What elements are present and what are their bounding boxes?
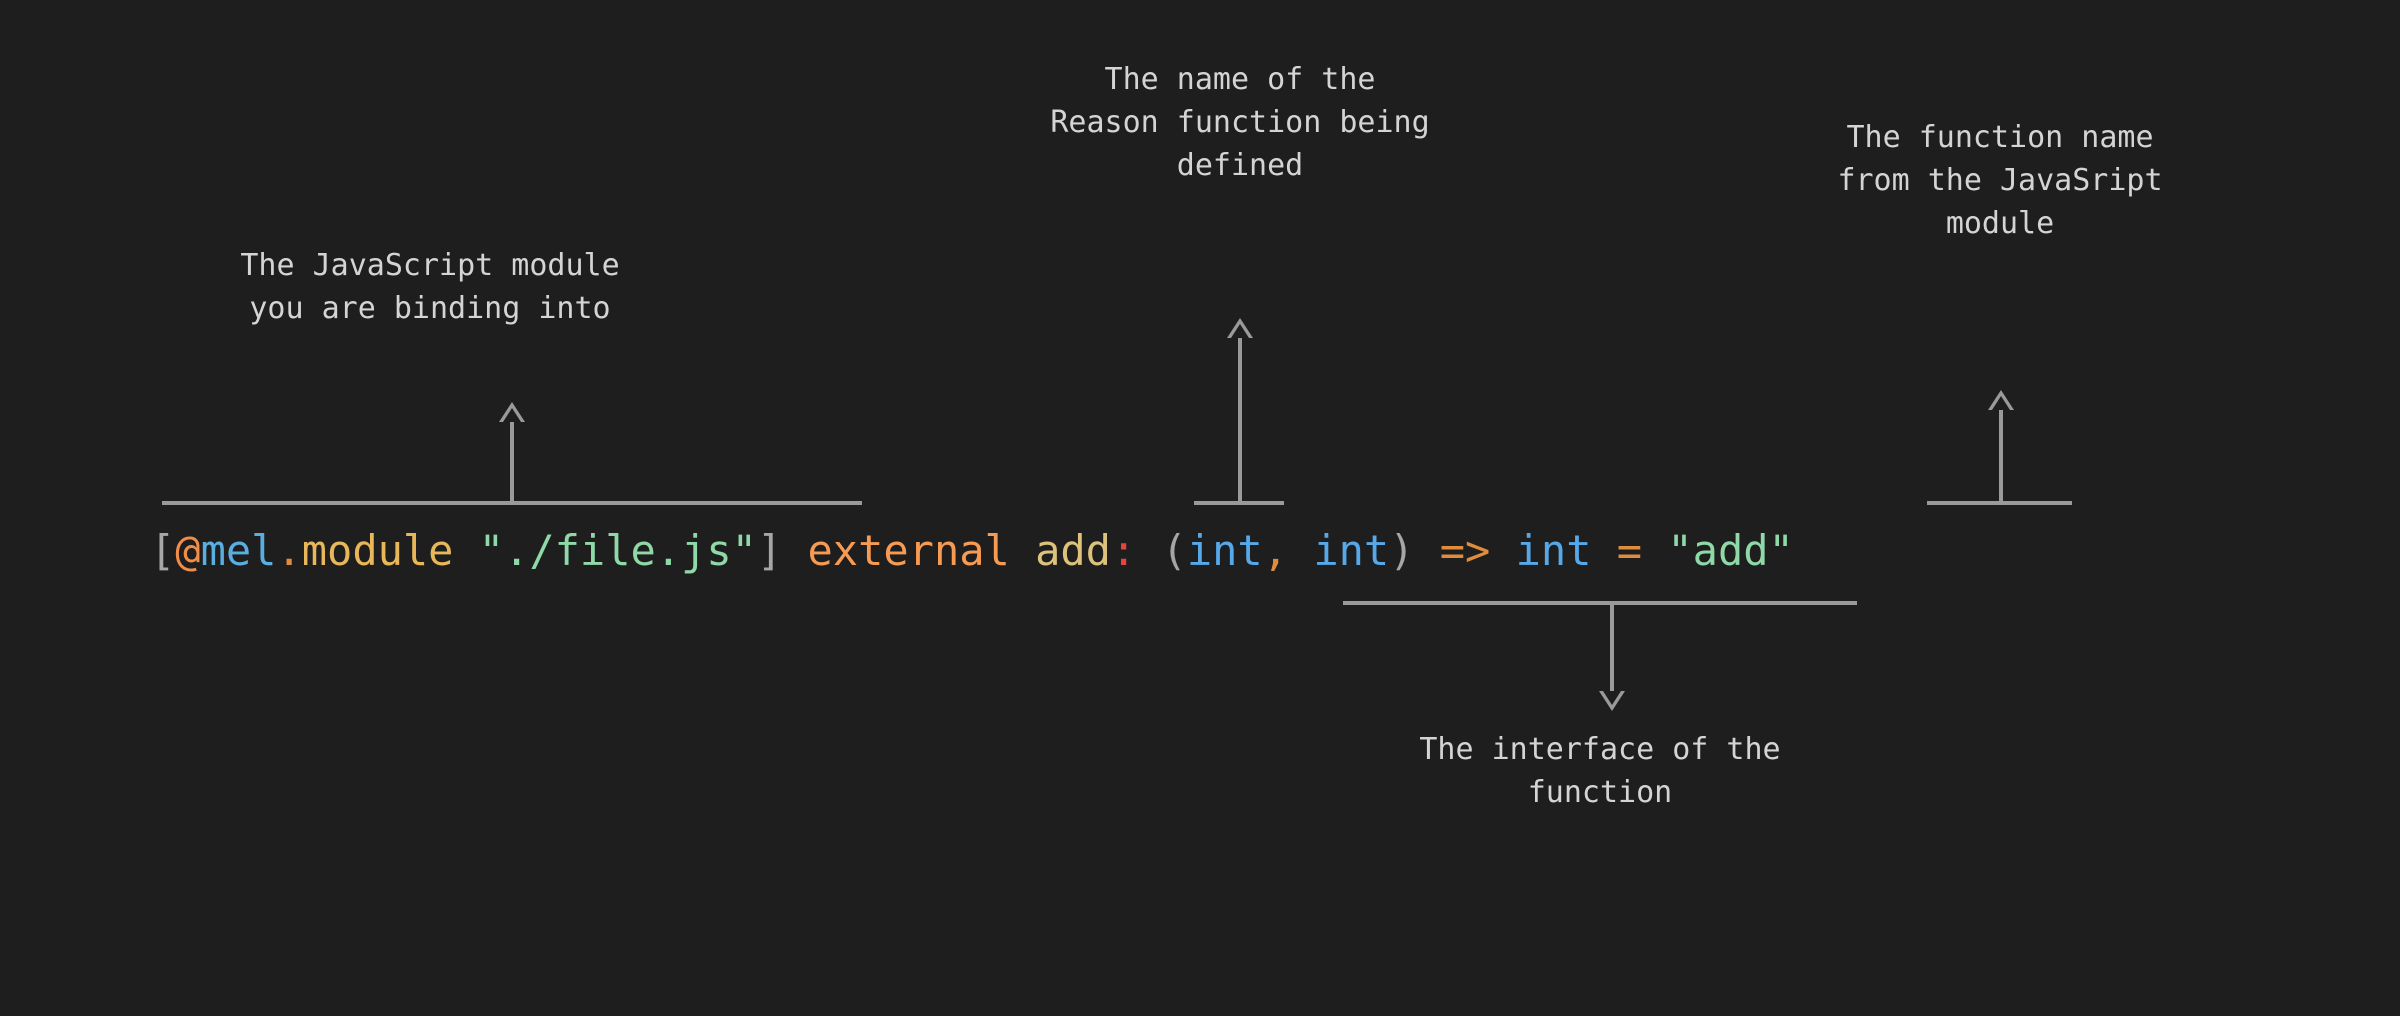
code-token-module-path: "./file.js": [478, 526, 757, 575]
code-token-attribute: module: [301, 526, 454, 575]
code-token-type-int-1: int: [1186, 526, 1263, 575]
code-token-arrow: =>: [1439, 526, 1491, 575]
connector-stem-interface: [1610, 605, 1614, 691]
connector-stem-js-function-name: [1999, 408, 2003, 502]
code-token-namespace: mel: [200, 526, 277, 575]
connector-stem-reason-function-name: [1238, 336, 1242, 502]
code-token-space-4: [1136, 526, 1161, 575]
code-token-space-1: [453, 526, 478, 575]
annotation-reason-function-name: The name of the Reason function being de…: [1050, 62, 1430, 183]
code-token-space-5: [1288, 526, 1313, 575]
connector-rule-interface: [1343, 601, 1857, 605]
code-token-space-2: [782, 526, 807, 575]
code-line: [@mel.module "./file.js"] external add: …: [150, 522, 1794, 580]
code-token-space-3: [1010, 526, 1035, 575]
code-token-close-bracket: ]: [756, 526, 783, 575]
arrow-up-icon-reason-function-name: [1227, 318, 1253, 338]
annotation-js-function-name: The function name from the JavaSript mod…: [1837, 120, 2163, 241]
code-token-js-function-name: "add": [1667, 526, 1794, 575]
arrow-up-icon-module-path: [499, 402, 525, 422]
code-token-space-8: [1592, 526, 1617, 575]
code-token-space-7: [1490, 526, 1515, 575]
arrow-down-icon-interface: [1599, 691, 1625, 711]
diagram-canvas: The JavaScript module you are binding in…: [0, 0, 2400, 1016]
code-token-comma: ,: [1262, 526, 1289, 575]
code-token-type-int-2: int: [1313, 526, 1390, 575]
code-token-function-name: add: [1035, 526, 1111, 575]
code-token-at-sign: @: [175, 526, 201, 575]
code-token-dot: .: [276, 526, 302, 575]
code-token-keyword-external: external: [807, 526, 1010, 575]
annotation-module-path: The JavaScript module you are binding in…: [240, 248, 620, 326]
code-token-close-paren: ): [1389, 526, 1415, 575]
code-token-space-9: [1642, 526, 1667, 575]
code-token-equals: =: [1616, 526, 1643, 575]
annotation-interface: The interface of the function: [1419, 732, 1781, 810]
code-token-space-6: [1414, 526, 1439, 575]
code-token-type-colon: :: [1110, 526, 1137, 575]
code-token-type-int-3: int: [1515, 526, 1592, 575]
connector-stem-module-path: [510, 420, 514, 502]
arrow-up-icon-js-function-name: [1988, 390, 2014, 410]
code-token-open-bracket: [: [150, 526, 176, 575]
code-token-open-paren: (: [1161, 526, 1187, 575]
